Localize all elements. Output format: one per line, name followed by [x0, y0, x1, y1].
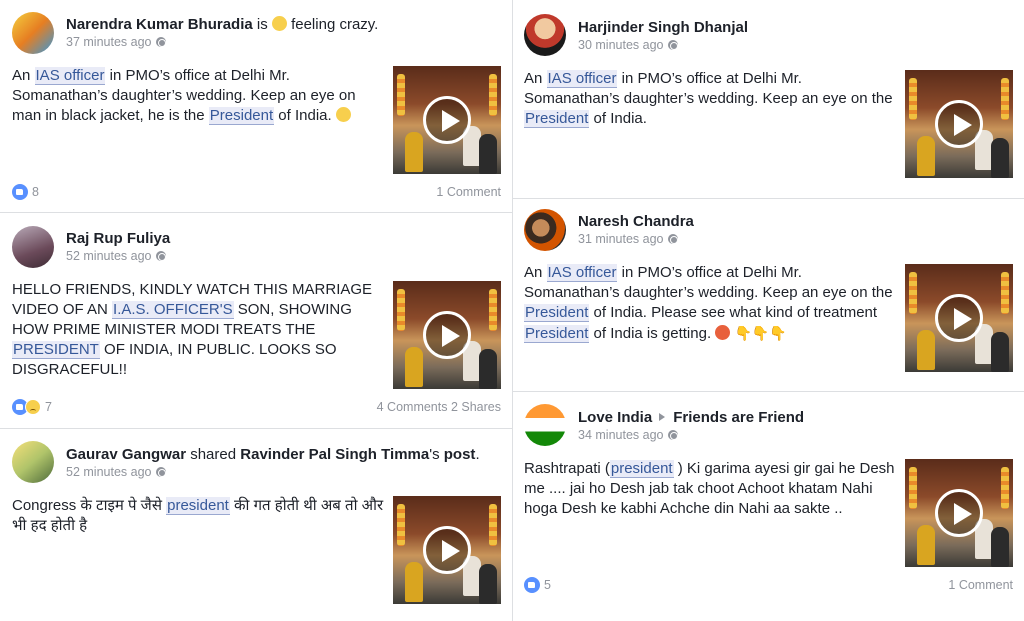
avatar[interactable] — [524, 404, 566, 446]
post-card: Naresh Chandra 31 minutes ago An IAS off… — [513, 199, 1024, 391]
pointing-down-emoji-icon: 👇 — [769, 325, 787, 341]
play-icon[interactable] — [935, 489, 983, 537]
post-timestamp[interactable]: 37 minutes ago — [66, 35, 151, 49]
hashtag-link[interactable]: president — [609, 460, 674, 478]
text-segment: of India. Please see what kind of treatm… — [589, 304, 878, 321]
hashtag-link[interactable]: President — [524, 325, 590, 343]
play-icon[interactable] — [935, 294, 983, 342]
globe-icon — [668, 430, 679, 440]
post-card: Love India Friends are Friend 34 minutes … — [513, 392, 1024, 621]
avatar[interactable] — [12, 226, 54, 268]
post-card: Narendra Kumar Bhuradia is feeling crazy… — [0, 0, 512, 212]
post-text: HELLO FRIENDS, KINDLY WATCH THIS MARRIAG… — [12, 280, 384, 380]
hashtag-link[interactable]: President — [524, 304, 590, 322]
post-text: An IAS officer in PMO’s office at Delhi … — [524, 69, 896, 129]
play-icon[interactable] — [423, 311, 471, 359]
avatar[interactable] — [524, 209, 566, 251]
like-icon[interactable] — [524, 577, 540, 593]
globe-icon — [668, 234, 679, 244]
pointing-down-emoji-icon: 👇 — [751, 325, 770, 341]
text-segment: An — [524, 70, 547, 87]
like-icon[interactable] — [12, 184, 28, 200]
text-segment: Congress के टाइम पे जैसे — [12, 497, 167, 514]
possessive-suffix: 's — [429, 446, 440, 463]
author-name[interactable]: Narendra Kumar Bhuradia — [66, 16, 253, 33]
worried-face-emoji-icon — [335, 107, 351, 122]
avatar[interactable] — [12, 12, 54, 54]
avatar[interactable] — [524, 14, 566, 56]
post-timestamp[interactable]: 34 minutes ago — [578, 428, 663, 442]
globe-icon — [668, 40, 679, 50]
sad-face-icon[interactable] — [25, 399, 41, 415]
original-post-link[interactable]: post — [444, 446, 476, 463]
post-card: Gaurav Gangwar shared Ravinder Pal Singh… — [0, 429, 512, 621]
target-group-name[interactable]: Friends are Friend — [673, 409, 804, 426]
activity-text: feeling crazy. — [291, 16, 379, 33]
video-thumbnail[interactable] — [905, 70, 1013, 178]
shares-link[interactable]: 2 Shares — [451, 400, 501, 414]
post-text: Congress के टाइम पे जैसे president की गत… — [12, 496, 384, 536]
globe-icon — [156, 37, 167, 47]
hashtag-link[interactable]: IAS officer — [546, 264, 618, 282]
author-name[interactable]: Raj Rup Fuliya — [66, 230, 170, 247]
crazy-face-emoji-icon — [271, 16, 287, 31]
play-icon[interactable] — [935, 100, 983, 148]
right-column: Harjinder Singh Dhanjal 30 minutes ago A… — [512, 0, 1024, 621]
play-icon[interactable] — [423, 96, 471, 144]
hashtag-link[interactable]: IAS officer — [34, 67, 106, 85]
post-card: Raj Rup Fuliya 52 minutes ago HELLO FRIE… — [0, 213, 512, 427]
text-segment: An — [524, 264, 547, 281]
text-segment: of India is getting. — [589, 325, 712, 342]
caret-right-icon — [659, 413, 666, 421]
text-segment: of India. — [274, 107, 332, 124]
video-thumbnail[interactable] — [905, 459, 1013, 567]
author-name[interactable]: Naresh Chandra — [578, 213, 694, 230]
reaction-count[interactable]: 5 — [544, 578, 551, 592]
hashtag-link[interactable]: President — [208, 107, 275, 125]
video-thumbnail[interactable] — [393, 496, 501, 604]
post-text: Rashtrapati (president ) Ki garima ayesi… — [524, 459, 896, 519]
angry-face-emoji-icon — [715, 325, 731, 340]
comments-link[interactable]: 4 Comments — [377, 400, 448, 414]
text-segment: Rashtrapati ( — [524, 460, 610, 477]
pointing-down-emoji-icon: 👇 — [734, 325, 752, 341]
hashtag-link[interactable]: PRESIDENT — [12, 341, 100, 359]
shared-from-name[interactable]: Ravinder Pal Singh Timma — [240, 446, 429, 463]
post-timestamp[interactable]: 52 minutes ago — [66, 465, 151, 479]
globe-icon — [156, 251, 167, 261]
post-text: An IAS officer in PMO’s office at Delhi … — [12, 66, 384, 126]
play-icon[interactable] — [423, 526, 471, 574]
avatar[interactable] — [12, 441, 54, 483]
post-card: Harjinder Singh Dhanjal 30 minutes ago A… — [513, 0, 1024, 198]
video-thumbnail[interactable] — [393, 66, 501, 174]
hashtag-link[interactable]: IAS officer — [546, 70, 618, 88]
post-timestamp[interactable]: 31 minutes ago — [578, 232, 663, 246]
hashtag-link[interactable]: President — [524, 110, 590, 128]
globe-icon — [156, 467, 167, 477]
author-name[interactable]: Harjinder Singh Dhanjal — [578, 19, 748, 36]
activity-prefix: is — [256, 16, 268, 33]
text-segment: of India. — [589, 110, 647, 127]
video-thumbnail[interactable] — [393, 281, 501, 389]
author-name[interactable]: Gaurav Gangwar — [66, 446, 186, 463]
hashtag-link[interactable]: I.A.S. OFFICER'S — [112, 301, 234, 319]
author-name[interactable]: Love India — [578, 409, 652, 426]
video-thumbnail[interactable] — [905, 264, 1013, 372]
reaction-count[interactable]: 8 — [32, 185, 39, 199]
shared-word: shared — [190, 446, 237, 463]
post-timestamp[interactable]: 30 minutes ago — [578, 38, 663, 52]
hashtag-link[interactable]: president — [166, 497, 230, 515]
post-timestamp[interactable]: 52 minutes ago — [66, 249, 151, 263]
text-segment: An — [12, 67, 35, 84]
reaction-count[interactable]: 7 — [45, 400, 52, 414]
post-text: An IAS officer in PMO’s office at Delhi … — [524, 263, 896, 344]
comments-link[interactable]: 1 Comment — [436, 185, 501, 199]
comments-link[interactable]: 1 Comment — [948, 578, 1013, 592]
